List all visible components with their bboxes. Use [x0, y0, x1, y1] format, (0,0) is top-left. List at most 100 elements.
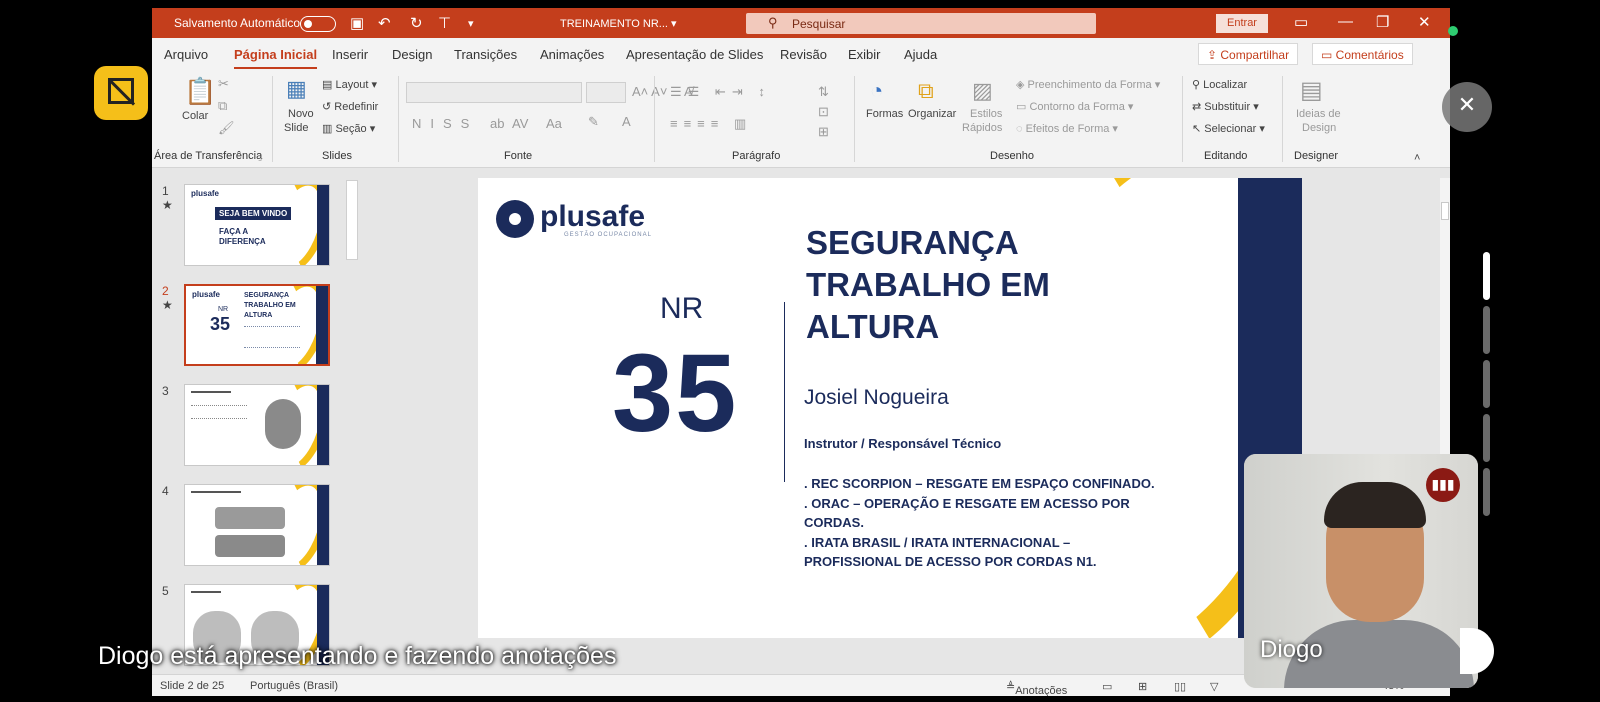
scrollbar-thumb[interactable]	[1441, 202, 1449, 220]
ribbon-display-icon[interactable]: ▭	[1294, 13, 1308, 31]
restore-icon[interactable]: ❐	[1376, 13, 1389, 31]
tab-animacoes[interactable]: Animações	[540, 47, 604, 62]
tab-design[interactable]: Design	[392, 47, 432, 62]
autosave-toggle[interactable]	[300, 16, 336, 32]
clipboard-launcher-icon[interactable]: ⌟	[258, 152, 262, 163]
redo-icon[interactable]: ↻	[410, 14, 423, 32]
cut-icon[interactable]: ✂	[218, 76, 229, 92]
font-size-select[interactable]	[586, 82, 626, 103]
grow-font-icon[interactable]: A˄ A˅	[632, 84, 667, 99]
copy-icon[interactable]: ⧉	[218, 98, 227, 114]
arrange-label[interactable]: Organizar	[908, 108, 956, 120]
quick-styles-icon[interactable]: ▨	[972, 78, 993, 104]
tab-exibir[interactable]: Exibir	[848, 47, 881, 62]
shape-fill-button[interactable]: ◈ Preenchimento da Forma ▾	[1016, 78, 1160, 91]
tab-ajuda[interactable]: Ajuda	[904, 47, 937, 62]
list-icons[interactable]: ☰☰ ⇤⇥ ↕	[670, 84, 771, 100]
slide-sorter-icon[interactable]: ⊞	[1138, 680, 1147, 693]
shapes-icon[interactable]: ◔	[870, 78, 883, 104]
quick-styles-label-1[interactable]: Estilos	[970, 108, 1002, 120]
shapes-label[interactable]: Formas	[866, 108, 903, 120]
notes-button[interactable]: ≜ Anotações	[1006, 680, 1067, 696]
thumb-number-4: 4	[162, 484, 169, 498]
normal-view-icon[interactable]: ▭	[1102, 680, 1112, 693]
editing-group-label: Editando	[1204, 150, 1248, 162]
format-painter-icon[interactable]: 🖌	[218, 120, 235, 136]
design-ideas-icon[interactable]: ▤	[1300, 76, 1323, 105]
share-button[interactable]: ⇪ Compartilhar	[1198, 43, 1299, 65]
shape-effects-label: Efeitos de Forma	[1025, 123, 1110, 135]
thumb-decoration	[316, 286, 328, 364]
quick-styles-label-2[interactable]: Rápidos	[962, 122, 1002, 134]
paste-icon[interactable]: 📋	[184, 76, 216, 107]
select-label: Selecionar	[1204, 123, 1257, 135]
select-button[interactable]: ↖ Selecionar ▾	[1192, 122, 1265, 135]
thumb-number-3: 3	[162, 384, 169, 398]
font-style-icons[interactable]: NISS	[412, 116, 478, 131]
slide-thumbnail-2[interactable]: plusafe NR 35 SEGURANÇA TRABALHO EM ALTU…	[184, 284, 330, 366]
no-video-icon[interactable]	[94, 66, 148, 120]
new-slide-label-2[interactable]: Slide	[284, 122, 308, 134]
present-icon[interactable]: ⊤	[438, 14, 451, 32]
expand-button[interactable]	[1460, 628, 1494, 674]
highlight-icon[interactable]: ✎	[588, 114, 599, 130]
thumb-star-1: ★	[162, 198, 173, 212]
strikethrough-icon[interactable]: ab	[490, 116, 504, 131]
participant-video-tile[interactable]: ▮▮▮ Diogo	[1244, 454, 1478, 688]
save-icon[interactable]: ▣	[350, 14, 364, 32]
tab-arquivo[interactable]: Arquivo	[164, 47, 208, 62]
shape-outline-label: Contorno da Forma	[1029, 101, 1125, 113]
tab-inserir[interactable]: Inserir	[332, 47, 368, 62]
collapse-ribbon-icon[interactable]: ˄	[1414, 152, 1420, 164]
layout-button[interactable]: ▤ Layout ▾	[322, 78, 377, 91]
mic-off-icon[interactable]: ✕	[1442, 82, 1492, 132]
smartart-icon[interactable]: ⊞	[818, 124, 829, 140]
shape-outline-button[interactable]: ▭ Contorno da Forma ▾	[1016, 100, 1133, 113]
minimize-icon[interactable]: —	[1338, 13, 1353, 30]
font-name-select[interactable]	[406, 82, 582, 103]
design-ideas-label-2[interactable]: Design	[1302, 122, 1336, 134]
arrange-icon[interactable]: ⧉	[918, 78, 934, 104]
customize-toolbar-icon[interactable]: ▾	[468, 17, 474, 30]
design-ideas-label-1[interactable]: Ideias de	[1296, 108, 1341, 120]
replace-button[interactable]: ⇄ Substituir ▾	[1192, 100, 1259, 113]
shape-effects-button[interactable]: ◌ Efeitos de Forma ▾	[1016, 122, 1118, 135]
undo-icon[interactable]: ↶	[378, 14, 391, 32]
document-title[interactable]: TREINAMENTO NR... ▾	[560, 17, 677, 30]
new-slide-label-1[interactable]: Novo	[288, 108, 314, 120]
tab-revisao[interactable]: Revisão	[780, 47, 827, 62]
paste-label[interactable]: Colar	[182, 110, 208, 122]
find-button[interactable]: ⚲ Localizar	[1192, 78, 1247, 91]
thumb-text: SEGURANÇA	[244, 292, 290, 299]
font-color-icon[interactable]: A	[622, 114, 631, 129]
comments-button[interactable]: ▭ Comentários	[1312, 43, 1413, 65]
char-spacing-icon[interactable]: AV	[512, 116, 528, 131]
current-slide[interactable]: plusafe GESTÃO OCUPACIONAL NR 35 SEGURAN…	[478, 178, 1302, 638]
reading-view-icon[interactable]: ▯▯	[1174, 680, 1186, 693]
no-video-glyph	[108, 78, 134, 104]
thumb-text: 35	[210, 314, 231, 334]
thumb-logo: plusafe	[191, 189, 220, 198]
tab-apresentacao[interactable]: Apresentação de Slides	[626, 47, 763, 62]
tab-pagina-inicial[interactable]: Página Inicial	[234, 47, 318, 69]
language-indicator[interactable]: Português (Brasil)	[250, 680, 338, 692]
reset-button[interactable]: ↺ Redefinir	[322, 100, 378, 113]
slide-thumbnail-4[interactable]	[184, 484, 330, 566]
new-slide-icon[interactable]: ▦	[286, 76, 307, 102]
thumbnails-scrollbar[interactable]	[346, 180, 358, 260]
slideshow-view-icon[interactable]: ▽	[1210, 680, 1218, 693]
change-case-icon[interactable]: Aa	[546, 116, 562, 131]
close-icon[interactable]: ✕	[1418, 13, 1431, 31]
align-icons[interactable]: ≡≡≡≡ ▥	[670, 116, 752, 132]
sign-in-button[interactable]: Entrar	[1216, 14, 1268, 33]
slide-thumbnail-1[interactable]: plusafe SEJA BEM VINDO FAÇA A DIFERENÇA	[184, 184, 330, 266]
page-indicator	[1483, 306, 1490, 354]
slide-logo-subtitle: GESTÃO OCUPACIONAL	[564, 232, 652, 238]
align-text-icon[interactable]: ⊡	[818, 104, 829, 120]
tab-transicoes[interactable]: Transições	[454, 47, 517, 62]
text-direction-icon[interactable]: ⇅	[818, 84, 829, 100]
qualifications-list: . REC SCORPION – RESGATE EM ESPAÇO CONFI…	[804, 474, 1164, 572]
search-input[interactable]: ⚲ Pesquisar	[746, 13, 1096, 34]
slide-thumbnail-3[interactable]	[184, 384, 330, 466]
section-button[interactable]: ▥ Seção ▾	[322, 122, 375, 135]
